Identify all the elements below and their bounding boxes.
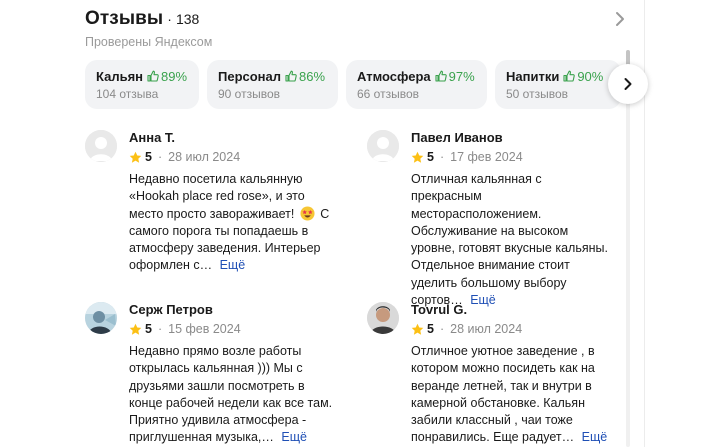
aspect-chip-atmosphere[interactable]: Атмосфера 97% 66 отзывов bbox=[346, 60, 487, 109]
thumbs-up-icon bbox=[147, 70, 159, 82]
title-separator: · bbox=[167, 11, 172, 27]
thumbs-up-icon bbox=[563, 70, 576, 82]
reviews-header: Отзывы · 138 Проверены Яндексом bbox=[85, 8, 212, 49]
review-text: Недавно посетила кальянную «Hookah place… bbox=[129, 171, 333, 275]
star-struck-emoji-icon bbox=[300, 206, 315, 221]
separator-dot: · bbox=[157, 150, 163, 164]
more-link[interactable]: Ещё bbox=[281, 430, 307, 444]
default-avatar-icon[interactable] bbox=[85, 130, 117, 162]
review-rating: 5 bbox=[427, 150, 434, 164]
review-author[interactable]: Павел Иванов bbox=[411, 130, 523, 146]
review-card: Серж Петров 5 · 15 фев 2024 Недавно прям… bbox=[85, 302, 335, 447]
default-avatar-icon[interactable] bbox=[367, 130, 399, 162]
chip-label: Кальян bbox=[96, 68, 144, 84]
review-rating: 5 bbox=[145, 150, 152, 164]
chip-percent: 89% bbox=[161, 68, 188, 84]
more-link[interactable]: Ещё bbox=[582, 430, 608, 444]
star-icon bbox=[411, 151, 424, 163]
aspect-chips: Кальян 89% 104 отзыва Персонал 86% 90 от… bbox=[85, 60, 621, 109]
review-rating: 5 bbox=[145, 322, 152, 336]
aspect-chip-hookah[interactable]: Кальян 89% 104 отзыва bbox=[85, 60, 199, 109]
separator-dot: · bbox=[157, 322, 163, 336]
separator-dot: · bbox=[439, 150, 445, 164]
reviews-title[interactable]: Отзывы bbox=[85, 8, 163, 30]
star-icon bbox=[411, 323, 424, 335]
chip-percent: 90% bbox=[577, 68, 604, 84]
chip-percent: 97% bbox=[448, 68, 475, 84]
review-author[interactable]: Серж Петров bbox=[129, 302, 241, 318]
aspect-chip-drinks[interactable]: Напитки 90% 50 отзывов bbox=[495, 60, 621, 109]
review-text-part: Отличная кальянная с прекрасным месторас… bbox=[411, 172, 608, 308]
thumbs-up-icon bbox=[435, 70, 447, 82]
separator-dot: · bbox=[439, 322, 445, 336]
review-author[interactable]: Tovrul G. bbox=[411, 302, 522, 318]
review-author[interactable]: Анна Т. bbox=[129, 130, 240, 146]
user-photo-avatar[interactable] bbox=[85, 302, 117, 334]
review-date: 28 июл 2024 bbox=[450, 322, 523, 336]
chip-label: Напитки bbox=[506, 68, 560, 84]
chip-review-count: 104 отзыва bbox=[96, 86, 159, 101]
star-icon bbox=[129, 151, 142, 163]
review-date: 15 фев 2024 bbox=[168, 322, 241, 336]
review-text-part: Отличное уютное заведение , в котором мо… bbox=[411, 344, 595, 445]
review-card: Tovrul G. 5 · 28 июл 2024 Отличное уютно… bbox=[367, 302, 617, 447]
scrollbar[interactable] bbox=[626, 50, 630, 447]
reviews-panel: Отзывы · 138 Проверены Яндексом Кальян 8… bbox=[68, 0, 648, 447]
review-card: Анна Т. 5 · 28 июл 2024 Недавно посетила… bbox=[85, 130, 335, 275]
review-text: Отличная кальянная с прекрасным месторас… bbox=[411, 171, 615, 309]
review-text: Отличное уютное заведение , в котором мо… bbox=[411, 343, 615, 447]
chip-review-count: 50 отзывов bbox=[506, 86, 569, 101]
reviews-title-row: Отзывы · 138 bbox=[85, 8, 212, 30]
chevron-right-icon bbox=[624, 78, 632, 90]
reviews-count: 138 bbox=[175, 11, 200, 27]
user-photo-avatar[interactable] bbox=[367, 302, 399, 334]
chip-label: Персонал bbox=[218, 68, 282, 84]
review-date: 17 фев 2024 bbox=[450, 150, 523, 164]
reviews-subtitle: Проверены Яндексом bbox=[85, 35, 213, 49]
aspect-chip-staff[interactable]: Персонал 86% 90 отзывов bbox=[207, 60, 338, 109]
review-rating: 5 bbox=[427, 322, 434, 336]
review-card: Павел Иванов 5 · 17 фев 2024 Отличная ка… bbox=[367, 130, 617, 309]
more-link[interactable]: Ещё bbox=[220, 258, 246, 272]
review-date: 28 июл 2024 bbox=[168, 150, 241, 164]
chip-percent: 86% bbox=[299, 68, 326, 84]
thumbs-up-icon bbox=[285, 70, 297, 82]
review-text: Недавно прямо возле работы открылась кал… bbox=[129, 343, 333, 447]
review-text-part: Недавно посетила кальянную «Hookah place… bbox=[129, 172, 305, 221]
chip-label: Атмосфера bbox=[357, 68, 431, 84]
star-icon bbox=[129, 323, 142, 335]
chevron-right-icon[interactable] bbox=[612, 11, 628, 27]
chip-review-count: 90 отзывов bbox=[218, 86, 281, 101]
chips-next-button[interactable] bbox=[608, 64, 648, 104]
chip-review-count: 66 отзывов bbox=[357, 86, 420, 101]
